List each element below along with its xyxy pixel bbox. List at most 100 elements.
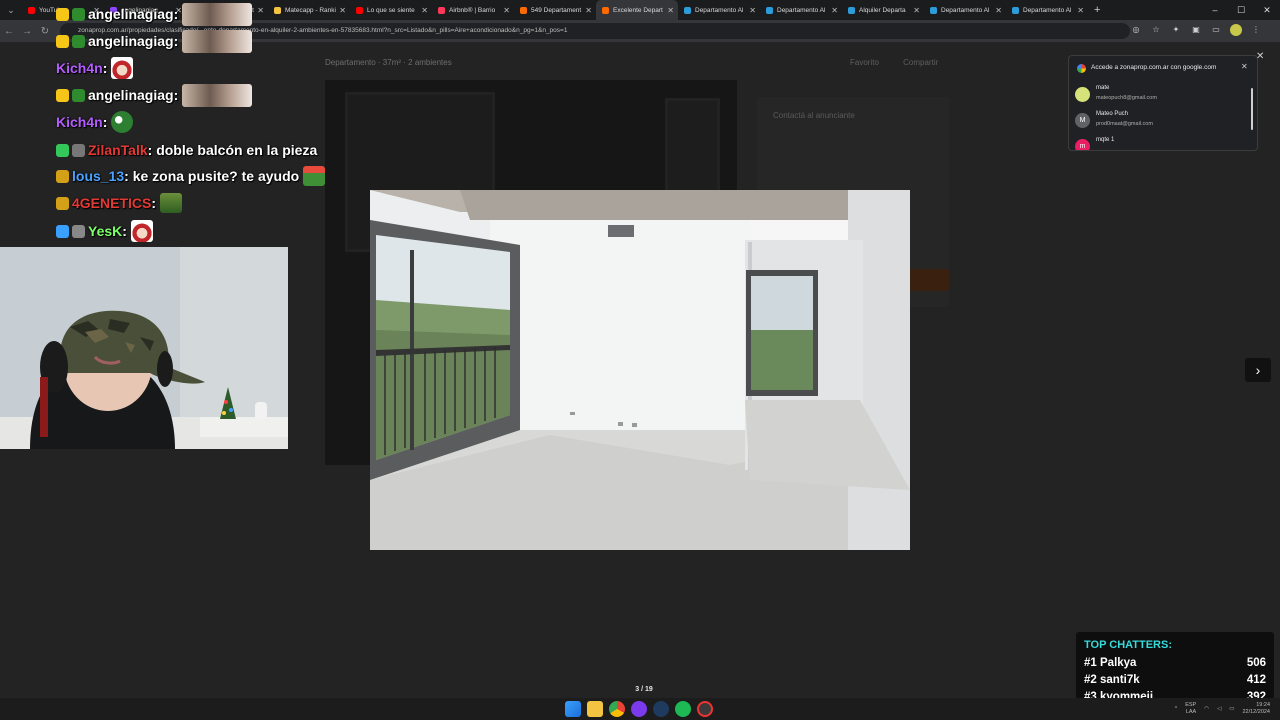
tab-title: Excelente Depart — [613, 6, 663, 14]
extension-icon[interactable]: ✦ — [1170, 24, 1182, 36]
tab-favicon — [766, 6, 773, 14]
browser-tab[interactable]: Excelente Depart ✕ — [596, 0, 678, 20]
google-account-option[interactable]: M Mateo Puch prod0maat@gmail.com — [1075, 110, 1251, 136]
tab-favicon — [930, 6, 937, 14]
minimize-icon[interactable]: – — [1202, 0, 1228, 20]
top-chatter-row: #2 santi7k 412 — [1084, 672, 1266, 689]
browser-tab[interactable]: Airbnb® | Barrio ✕ — [432, 0, 514, 20]
chat-emote-icon — [111, 111, 134, 133]
forward-icon[interactable]: → — [18, 26, 36, 37]
windows-start-icon[interactable] — [565, 701, 581, 717]
bookmark-star-icon[interactable]: ☆ — [1150, 24, 1162, 36]
chat-badge-icon — [56, 88, 69, 102]
account-name: mqte 1 — [1096, 137, 1115, 143]
puzzle-icon[interactable]: ▣ — [1190, 24, 1202, 36]
close-icon[interactable]: ✕ — [1241, 62, 1248, 71]
chat-username[interactable]: Kich4n — [56, 114, 103, 130]
chat-text: : — [173, 33, 179, 49]
browser-tab[interactable]: Alquiler Departa ✕ — [842, 0, 924, 20]
profile-avatar[interactable] — [1230, 24, 1242, 36]
language-indicator[interactable]: ESP LAA — [1185, 702, 1196, 716]
browser-tab[interactable]: Departamento Al ✕ — [1006, 0, 1088, 20]
chat-badge-icon — [72, 88, 85, 102]
spotify-icon[interactable] — [675, 701, 691, 717]
account-list-scrollbar[interactable] — [1251, 88, 1253, 130]
steam-icon[interactable] — [653, 701, 669, 717]
taskbar-apps — [565, 701, 713, 717]
eye-off-icon[interactable]: ◎ — [1130, 24, 1142, 36]
next-photo-button[interactable]: › — [1245, 358, 1271, 382]
reload-icon[interactable]: ↻ — [36, 26, 54, 37]
top-chatter-name: santi7k — [1100, 674, 1140, 686]
lightbox-photo[interactable] — [370, 190, 910, 550]
cast-icon[interactable]: ▭ — [1210, 24, 1222, 36]
chat-username[interactable]: Kich4n — [56, 60, 103, 76]
contact-button[interactable] — [907, 269, 949, 291]
top-chatter-rank: #1 — [1084, 657, 1097, 669]
chat-username[interactable]: angelinagiag — [88, 33, 174, 49]
browser-tab[interactable]: Departamento Al ✕ — [678, 0, 760, 20]
tab-close-icon[interactable]: ✕ — [913, 6, 920, 15]
chat-message: YesK: — [56, 219, 153, 243]
chat-username[interactable]: lous_13 — [72, 168, 124, 184]
tab-search-icon[interactable]: ⌄ — [2, 1, 20, 19]
chat-username[interactable]: 4GENETICS — [72, 195, 151, 211]
google-account-option[interactable]: mate mateopuch8@gmail.com — [1075, 84, 1251, 110]
google-account-option[interactable]: m mqte 1 — [1075, 136, 1251, 150]
chat-message: Kich4n: — [56, 110, 134, 134]
browser-tab[interactable]: Departamento Al ✕ — [760, 0, 842, 20]
tray-chevron-icon[interactable]: ^ — [1175, 706, 1178, 712]
chat-message: angelinagiag: — [56, 83, 253, 107]
file-explorer-icon[interactable] — [587, 701, 603, 717]
chat-message: angelinagiag: — [56, 2, 253, 26]
tab-title: Alquiler Departa — [859, 6, 906, 14]
battery-icon[interactable]: ▭ — [1229, 706, 1234, 712]
tab-close-icon[interactable]: ✕ — [421, 6, 428, 15]
account-avatar: m — [1075, 139, 1090, 150]
clock[interactable]: 19:24 22/12/2024 — [1242, 702, 1270, 716]
tab-favicon — [356, 6, 363, 14]
tab-close-icon[interactable]: ✕ — [1077, 6, 1084, 15]
browser-tab[interactable]: Lo que se siente ✕ — [350, 0, 432, 20]
tab-title: Departamento Al — [1023, 6, 1072, 14]
dismiss-popup-icon[interactable]: ✕ — [1256, 51, 1264, 62]
chat-message: 4GENETICS: — [56, 191, 183, 215]
chat-username[interactable]: angelinagiag — [88, 87, 174, 103]
browser-tab[interactable]: 549 Departament ✕ — [514, 0, 596, 20]
top-chatter-rank: #2 — [1084, 674, 1097, 686]
chat-text: : — [173, 6, 179, 22]
favorite-button[interactable]: Favorito — [850, 58, 879, 67]
chat-username[interactable]: YesK — [88, 223, 122, 239]
chrome-icon[interactable] — [609, 701, 625, 717]
discord-icon[interactable] — [631, 701, 647, 717]
top-chatter-name-cell: #2 santi7k — [1084, 672, 1140, 689]
new-tab-button[interactable]: + — [1094, 4, 1100, 16]
tab-close-icon[interactable]: ✕ — [831, 6, 838, 15]
volume-icon[interactable]: ◁ — [1217, 706, 1221, 712]
tab-close-icon[interactable]: ✕ — [585, 6, 592, 15]
top-chatter-count: 412 — [1246, 674, 1266, 686]
tab-close-icon[interactable]: ✕ — [749, 6, 756, 15]
share-button[interactable]: Compartir — [903, 58, 938, 67]
browser-tab[interactable]: Departamento Al ✕ — [924, 0, 1006, 20]
account-avatar: M — [1075, 113, 1090, 128]
tab-favicon — [602, 6, 609, 14]
tab-close-icon[interactable]: ✕ — [339, 6, 346, 15]
tab-close-icon[interactable]: ✕ — [667, 6, 674, 15]
wifi-icon[interactable]: ◠ — [1204, 706, 1209, 712]
close-window-icon[interactable]: ✕ — [1254, 0, 1280, 20]
back-icon[interactable]: ← — [0, 26, 18, 37]
top-chatters-title: TOP CHATTERS: — [1084, 639, 1173, 651]
chat-username[interactable]: ZilanTalk — [88, 142, 148, 158]
tab-close-icon[interactable]: ✕ — [995, 6, 1002, 15]
maximize-icon[interactable]: ☐ — [1228, 0, 1254, 20]
photo-counter: 3 / 19 — [635, 686, 653, 693]
obs-icon[interactable] — [697, 701, 713, 717]
chat-text: : — [122, 223, 127, 239]
chat-username[interactable]: angelinagiag — [88, 6, 174, 22]
chat-badge-icon — [56, 196, 69, 210]
tab-close-icon[interactable]: ✕ — [503, 6, 510, 15]
more-menu-icon[interactable]: ⋮ — [1250, 24, 1262, 36]
chat-emote-icon — [182, 29, 253, 53]
account-name: Mateo Puch — [1096, 111, 1129, 117]
